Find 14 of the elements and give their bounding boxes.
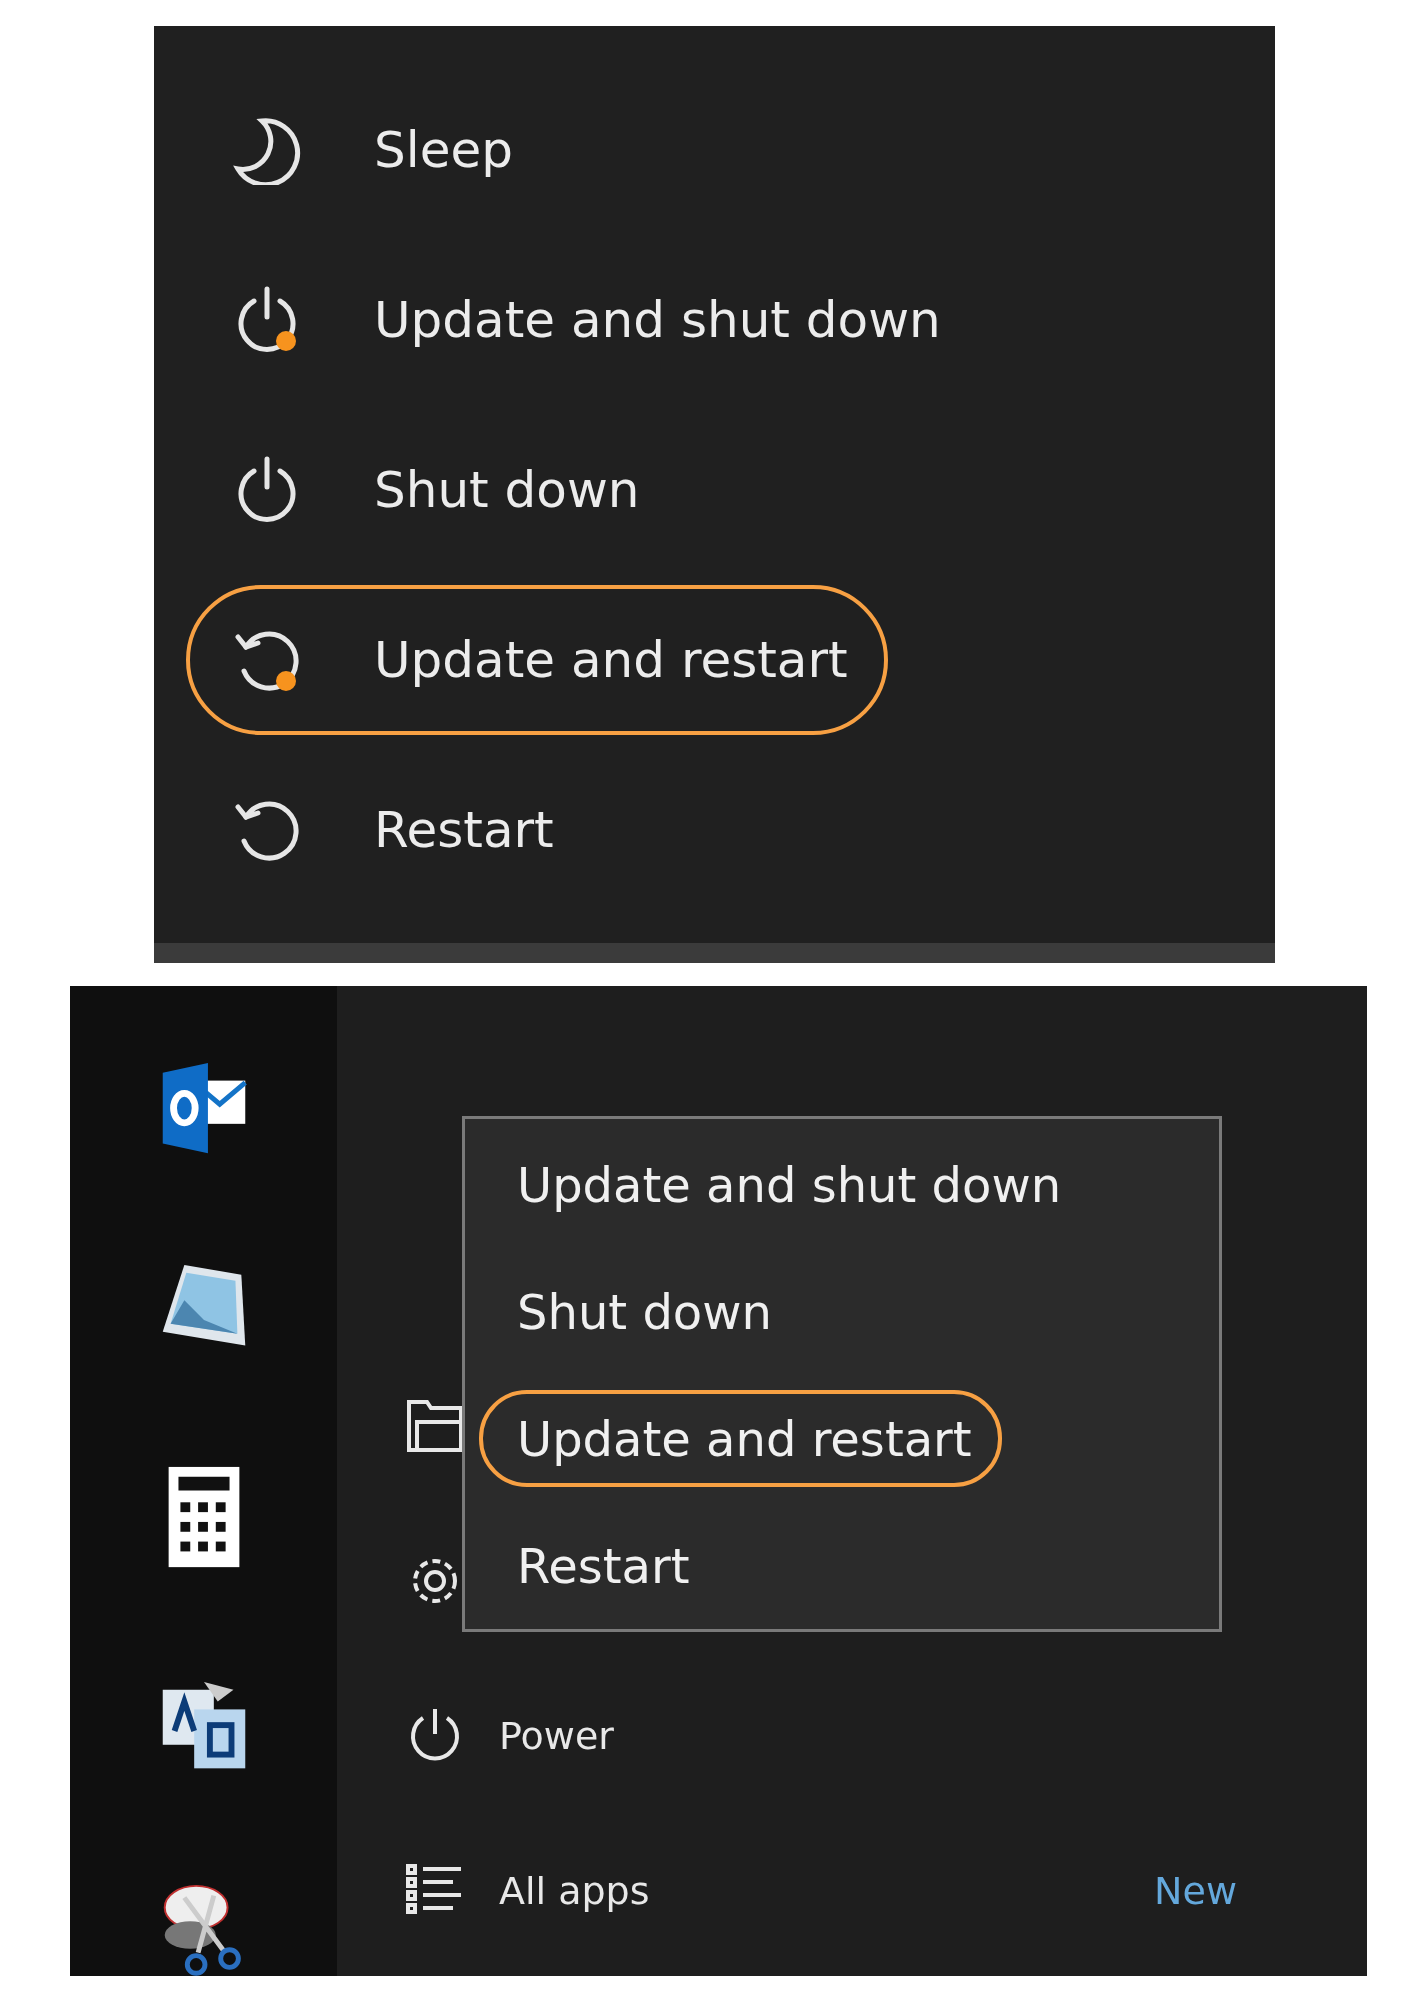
start-menu-item[interactable]: All apps New (337, 1813, 1367, 1968)
power-menu-item[interactable]: Restart (186, 755, 594, 905)
power-option[interactable]: Update and shut down (479, 1136, 1092, 1233)
power-menu-item[interactable]: Update and shut down (186, 245, 981, 395)
power-menu-item[interactable]: Sleep (186, 75, 553, 225)
power-option[interactable]: Update and restart (479, 1390, 1002, 1487)
start-menu-label: All apps (499, 1868, 650, 1913)
start-menu-item[interactable]: Power (337, 1658, 1367, 1813)
power-option[interactable]: Shut down (479, 1263, 802, 1360)
new-label: New (1154, 1868, 1237, 1913)
power-menu-item[interactable]: Shut down (186, 415, 680, 565)
start-menu-label: Power (499, 1713, 614, 1758)
power-menu-item[interactable]: Update and restart (186, 585, 888, 735)
power-option[interactable]: Restart (479, 1517, 720, 1614)
